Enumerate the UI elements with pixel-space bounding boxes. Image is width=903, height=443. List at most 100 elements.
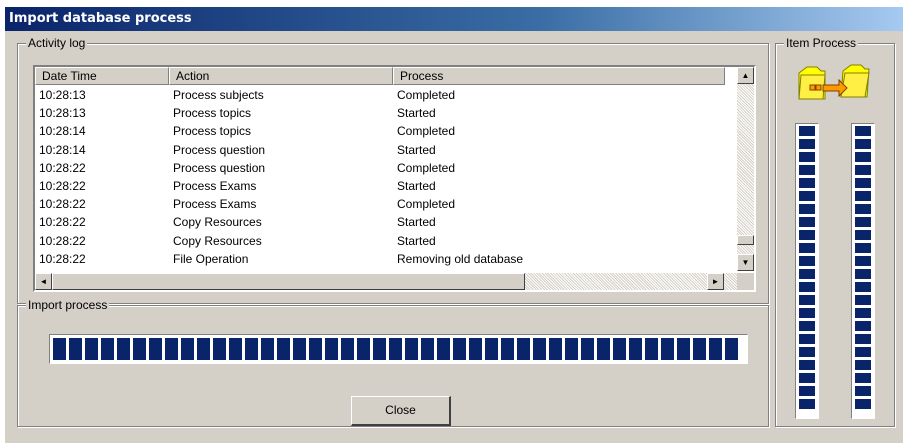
progress-block: [855, 204, 871, 214]
action-cell: File Operation: [173, 251, 249, 266]
progress-block: [437, 338, 450, 360]
table-row[interactable]: 10:28:22 Process Exams Completed: [35, 195, 725, 213]
action-cell: Copy Resources: [173, 215, 262, 230]
progress-block: [799, 217, 815, 227]
progress-block: [181, 338, 194, 360]
progress-block: [565, 338, 578, 360]
progress-block: [533, 338, 546, 360]
list-rows: 10:28:13 Process subjects Completed 10:28:1…: [35, 86, 725, 268]
column-header-action[interactable]: Action: [169, 67, 393, 85]
close-button[interactable]: Close: [351, 396, 451, 426]
progress-block: [799, 152, 815, 162]
progress-block: [501, 338, 514, 360]
process-cell: Completed: [397, 124, 456, 139]
horizontal-scrollbar[interactable]: ◄ ►: [35, 273, 741, 290]
column-header-process[interactable]: Process: [393, 67, 725, 85]
progress-block: [405, 338, 418, 360]
progress-block: [799, 191, 815, 201]
progress-block: [485, 338, 498, 360]
progress-block: [855, 295, 871, 305]
activity-log-list[interactable]: Date Time Action Process 10:28:13 Process…: [33, 65, 756, 292]
table-row[interactable]: 10:28:13 Process topics Started: [35, 104, 725, 122]
progress-block: [549, 338, 562, 360]
process-cell: Completed: [397, 160, 456, 175]
process-cell: Completed: [397, 197, 456, 212]
progress-block: [645, 338, 658, 360]
progress-block: [245, 338, 258, 360]
arrow-right-icon[interactable]: ►: [707, 273, 724, 290]
progress-block: [293, 338, 306, 360]
progress-block: [53, 338, 66, 360]
progress-block: [855, 347, 871, 357]
progress-block: [709, 338, 722, 360]
vertical-scrollbar[interactable]: ▲ ▼: [737, 67, 754, 271]
table-row[interactable]: 10:28:14 Process topics Completed: [35, 122, 725, 140]
progress-block: [799, 230, 815, 240]
progress-block: [101, 338, 114, 360]
vertical-scroll-thumb[interactable]: [737, 235, 754, 245]
title-bar: Import database process: [5, 7, 903, 31]
progress-block: [799, 282, 815, 292]
import-progress-bar: [49, 334, 748, 364]
date-time-cell: 10:28:14: [39, 142, 86, 157]
action-cell: Process Exams: [173, 178, 257, 193]
progress-block: [229, 338, 242, 360]
arrow-up-icon[interactable]: ▲: [737, 67, 754, 84]
table-row[interactable]: 10:28:22 Copy Resources Started: [35, 232, 725, 250]
progress-block: [341, 338, 354, 360]
action-cell: Process topics: [173, 124, 252, 139]
action-cell: Process topics: [173, 106, 252, 121]
progress-block: [469, 338, 482, 360]
progress-block: [799, 204, 815, 214]
progress-block: [597, 338, 610, 360]
table-row[interactable]: 10:28:14 Process question Started: [35, 141, 725, 159]
progress-block: [799, 178, 815, 188]
table-row[interactable]: 10:28:22 Process Exams Started: [35, 177, 725, 195]
progress-block: [373, 338, 386, 360]
scrollbar-corner: [737, 273, 754, 290]
progress-block: [133, 338, 146, 360]
table-row[interactable]: 10:28:13 Process subjects Completed: [35, 86, 725, 104]
progress-block: [855, 282, 871, 292]
progress-block: [261, 338, 274, 360]
progress-block: [799, 256, 815, 266]
progress-block: [799, 373, 815, 383]
activity-log-label: Activity log: [26, 36, 88, 50]
progress-block: [799, 269, 815, 279]
progress-block: [855, 217, 871, 227]
column-header-date-time[interactable]: Date Time: [35, 67, 169, 85]
progress-block: [69, 338, 82, 360]
progress-block: [629, 338, 642, 360]
table-row[interactable]: 10:28:22 Copy Resources Started: [35, 213, 725, 231]
action-cell: Process question: [173, 142, 266, 157]
horizontal-scroll-thumb[interactable]: [52, 273, 525, 290]
arrow-down-icon[interactable]: ▼: [737, 254, 754, 271]
progress-block: [855, 139, 871, 149]
date-time-cell: 10:28:22: [39, 178, 86, 193]
progress-block: [799, 126, 815, 136]
list-header: Date Time Action Process: [35, 67, 725, 87]
action-cell: Process Exams: [173, 197, 257, 212]
progress-block: [855, 399, 871, 409]
process-cell: Started: [397, 233, 436, 248]
progress-block: [855, 165, 871, 175]
progress-block: [693, 338, 706, 360]
progress-block: [855, 256, 871, 266]
progress-block: [517, 338, 530, 360]
progress-block: [213, 338, 226, 360]
arrow-left-icon[interactable]: ◄: [35, 273, 52, 290]
progress-block: [799, 360, 815, 370]
date-time-cell: 10:28:22: [39, 251, 86, 266]
process-cell: Started: [397, 215, 436, 230]
table-row[interactable]: 10:28:22 File Operation Removing old datab…: [35, 250, 725, 268]
table-row[interactable]: 10:28:22 Process question Completed: [35, 159, 725, 177]
progress-block: [799, 321, 815, 331]
progress-block: [855, 126, 871, 136]
progress-block: [855, 230, 871, 240]
process-cell: Started: [397, 178, 436, 193]
progress-block: [855, 360, 871, 370]
progress-block: [277, 338, 290, 360]
progress-block: [389, 338, 402, 360]
action-cell: Process subjects: [173, 88, 264, 102]
progress-block: [149, 338, 162, 360]
